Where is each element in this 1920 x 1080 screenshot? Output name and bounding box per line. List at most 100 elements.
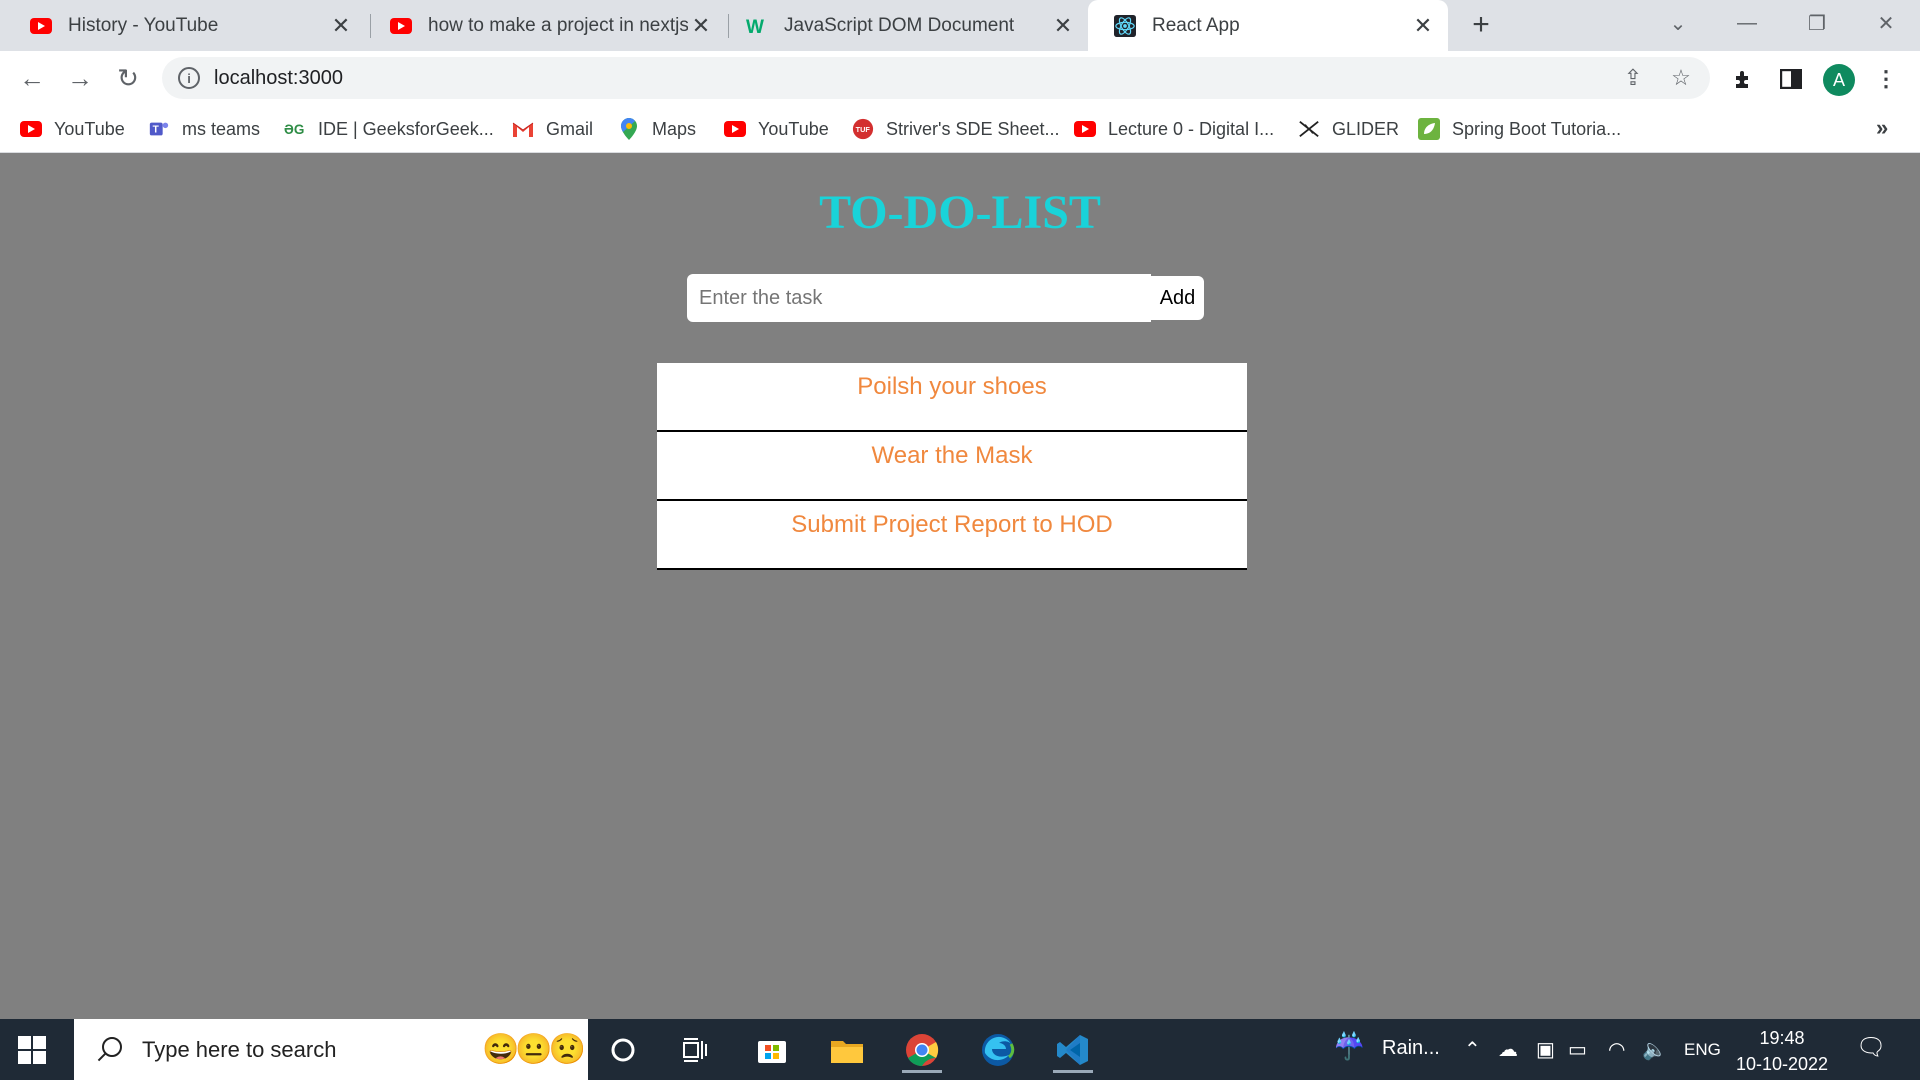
weather-text[interactable]: Rain... — [1382, 1037, 1440, 1060]
menu-icon[interactable]: ⋮ — [1870, 63, 1902, 95]
window-close-icon[interactable]: ✕ — [1866, 8, 1906, 38]
search-icon — [94, 1035, 124, 1065]
add-task-button[interactable]: Add — [1151, 276, 1204, 320]
emoji-highlight-icon: 😄😐😟 — [481, 1033, 586, 1066]
w3-icon: W — [746, 15, 768, 37]
tab-title: History - YouTube — [68, 14, 219, 36]
close-icon[interactable]: ✕ — [1410, 13, 1436, 39]
app-title: TO-DO-LIST — [819, 186, 1101, 239]
tab-strip: History - YouTube ✕ how to make a projec… — [0, 0, 1920, 51]
task-view-icon[interactable] — [672, 1027, 720, 1073]
youtube-icon — [724, 118, 746, 140]
bookmark-item[interactable]: ƏG IDE | GeeksforGeek... — [284, 115, 494, 143]
bookmark-item[interactable]: Spring Boot Tutoria... — [1418, 115, 1621, 143]
svg-text:ƏG: ƏG — [284, 122, 304, 137]
url-text: localhost:3000 — [214, 66, 343, 89]
tab-title: React App — [1152, 14, 1240, 36]
bookmark-label: GLIDER — [1332, 118, 1400, 139]
bookmark-item[interactable]: TUF Striver's SDE Sheet... — [852, 115, 1060, 143]
tab-title: how to make a project in nextjs - — [428, 14, 688, 36]
bookmark-item[interactable]: YouTube — [724, 115, 829, 143]
cortana-icon[interactable] — [599, 1027, 647, 1073]
bookmark-item[interactable]: GLIDER — [1298, 115, 1399, 143]
windows-start-icon[interactable] — [18, 1036, 46, 1064]
tab-react-app[interactable]: React App ✕ — [1088, 0, 1448, 51]
profile-avatar[interactable]: A — [1823, 64, 1855, 96]
spring-icon — [1418, 118, 1440, 140]
file-explorer-icon[interactable] — [823, 1027, 871, 1073]
task-input[interactable] — [687, 274, 1151, 322]
bookmark-label: Maps — [652, 118, 697, 139]
todo-item[interactable]: Submit Project Report to HOD — [657, 501, 1247, 570]
volume-icon[interactable]: 🔈 — [1642, 1037, 1667, 1062]
todo-item[interactable]: Wear the Mask — [657, 432, 1247, 501]
clock-date: 10-10-2022 — [1735, 1054, 1829, 1074]
bookmark-label: Spring Boot Tutoria... — [1452, 118, 1622, 139]
address-bar[interactable]: i localhost:3000 ⇪ ☆ — [162, 57, 1710, 99]
todo-list: Poilsh your shoes Wear the Mask Submit P… — [657, 363, 1247, 570]
bookmark-item[interactable]: Lecture 0 - Digital I... — [1074, 115, 1274, 143]
maps-icon — [618, 118, 640, 140]
bookmarks-bar: YouTube T ms teams ƏG IDE | GeeksforGeek… — [0, 105, 1920, 153]
taskbar-search[interactable]: Type here to search 😄😐😟 — [74, 1019, 588, 1080]
bookmark-label: Striver's SDE Sheet... — [886, 118, 1060, 139]
react-icon — [1114, 14, 1136, 37]
bookmark-star-icon[interactable]: ☆ — [1666, 63, 1696, 93]
youtube-icon — [390, 15, 412, 37]
bookmark-label: IDE | GeeksforGeek... — [318, 118, 494, 139]
tab-history-youtube[interactable]: History - YouTube ✕ — [4, 0, 366, 51]
gmail-icon — [512, 118, 534, 140]
wifi-icon[interactable]: ◠ — [1608, 1037, 1625, 1062]
minimize-icon[interactable]: — — [1727, 8, 1767, 38]
todo-item[interactable]: Poilsh your shoes — [657, 363, 1247, 432]
weather-rain-icon[interactable]: ☔ — [1333, 1031, 1365, 1062]
onedrive-icon[interactable]: ☁ — [1498, 1037, 1518, 1062]
bookmark-item[interactable]: YouTube — [20, 115, 125, 143]
gfg-icon: ƏG — [284, 118, 306, 140]
language-indicator[interactable]: ENG — [1684, 1040, 1721, 1060]
tuf-icon: TUF — [852, 118, 874, 140]
chevron-up-icon[interactable]: ⌃ — [1464, 1037, 1481, 1062]
bookmark-item[interactable]: Gmail — [512, 115, 593, 143]
clock-time: 19:48 — [1759, 1028, 1805, 1048]
close-icon[interactable]: ✕ — [688, 13, 714, 39]
browser-toolbar: ← → ↻ i localhost:3000 ⇪ ☆ A ⋮ — [0, 51, 1920, 105]
teams-icon: T — [148, 118, 170, 140]
side-panel-icon[interactable] — [1775, 63, 1807, 95]
clock[interactable]: 19:48 10-10-2022 — [1728, 1025, 1836, 1077]
new-tab-icon[interactable]: + — [1466, 8, 1496, 41]
share-icon[interactable]: ⇪ — [1618, 63, 1648, 93]
restore-icon[interactable]: ❐ — [1797, 8, 1837, 38]
glider-icon — [1298, 118, 1320, 140]
battery-icon[interactable]: ▭ — [1568, 1037, 1587, 1062]
back-icon[interactable]: ← — [14, 60, 50, 96]
youtube-icon — [20, 118, 42, 140]
youtube-icon — [30, 15, 52, 37]
bookmark-item[interactable]: Maps — [618, 115, 696, 143]
close-icon[interactable]: ✕ — [328, 13, 354, 39]
bookmark-label: YouTube — [54, 118, 125, 139]
vscode-icon[interactable] — [1049, 1027, 1097, 1073]
bookmark-item[interactable]: T ms teams — [148, 115, 260, 143]
notification-icon[interactable]: 🗨 — [1856, 1033, 1886, 1062]
microsoft-store-icon[interactable] — [748, 1027, 796, 1073]
extensions-icon[interactable] — [1727, 63, 1759, 95]
search-placeholder: Type here to search — [142, 1036, 337, 1062]
youtube-icon — [1074, 118, 1096, 140]
bookmark-label: YouTube — [758, 118, 829, 139]
bookmark-label: Lecture 0 - Digital I... — [1108, 118, 1275, 139]
reload-icon[interactable]: ↻ — [110, 60, 146, 96]
info-icon[interactable]: i — [178, 67, 200, 89]
close-icon[interactable]: ✕ — [1050, 13, 1076, 39]
tab-title: JavaScript DOM Document — [784, 14, 1015, 36]
tab-nextjs[interactable]: how to make a project in nextjs - ✕ — [364, 0, 726, 51]
edge-icon[interactable] — [974, 1027, 1022, 1073]
page-content: TO-DO-LIST Add Poilsh your shoes Wear th… — [0, 154, 1920, 1019]
meet-now-icon[interactable]: ▣ — [1536, 1037, 1555, 1062]
chrome-icon[interactable] — [898, 1027, 946, 1073]
chevron-down-icon[interactable]: ⌄ — [1658, 8, 1698, 38]
svg-text:TUF: TUF — [856, 125, 871, 134]
bookmarks-overflow-icon[interactable]: » — [1876, 115, 1888, 141]
tab-javascript-dom[interactable]: W JavaScript DOM Document ✕ — [720, 0, 1088, 51]
forward-icon[interactable]: → — [62, 60, 98, 96]
